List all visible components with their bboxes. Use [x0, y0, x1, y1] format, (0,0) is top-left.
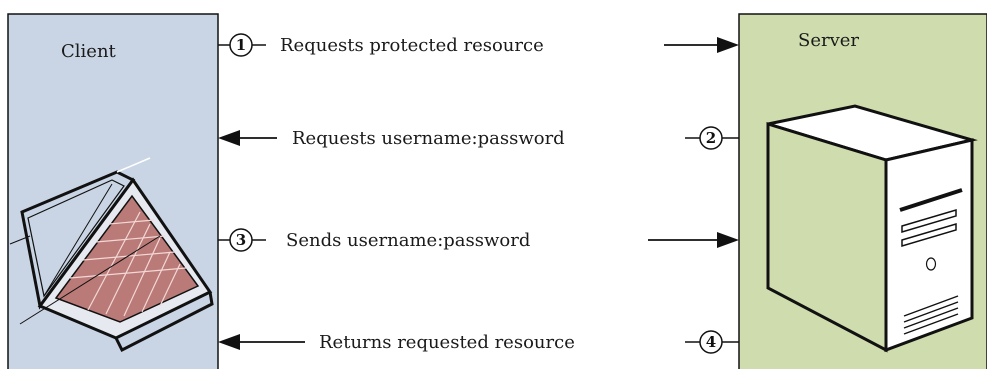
step-2-number: 2 [706, 129, 716, 147]
step-3-label: Sends username:password [286, 230, 530, 251]
step-4-label: Returns requested resource [319, 332, 575, 353]
step-3: 3 Sends username:password [218, 228, 739, 252]
step-3-number: 3 [236, 231, 246, 249]
client-title: Client [61, 41, 117, 62]
step-4: Returns requested resource 4 [218, 330, 739, 354]
server-title: Server [798, 30, 859, 51]
step-4-number: 4 [706, 333, 716, 351]
step-2: Requests username:password 2 [218, 126, 739, 150]
basic-auth-diagram: Client Server 1 Requests protected resou… [0, 0, 987, 369]
step-1: 1 Requests protected resource [218, 33, 739, 57]
step-1-number: 1 [236, 36, 246, 54]
step-1-label: Requests protected resource [280, 35, 544, 56]
step-2-label: Requests username:password [292, 128, 565, 149]
